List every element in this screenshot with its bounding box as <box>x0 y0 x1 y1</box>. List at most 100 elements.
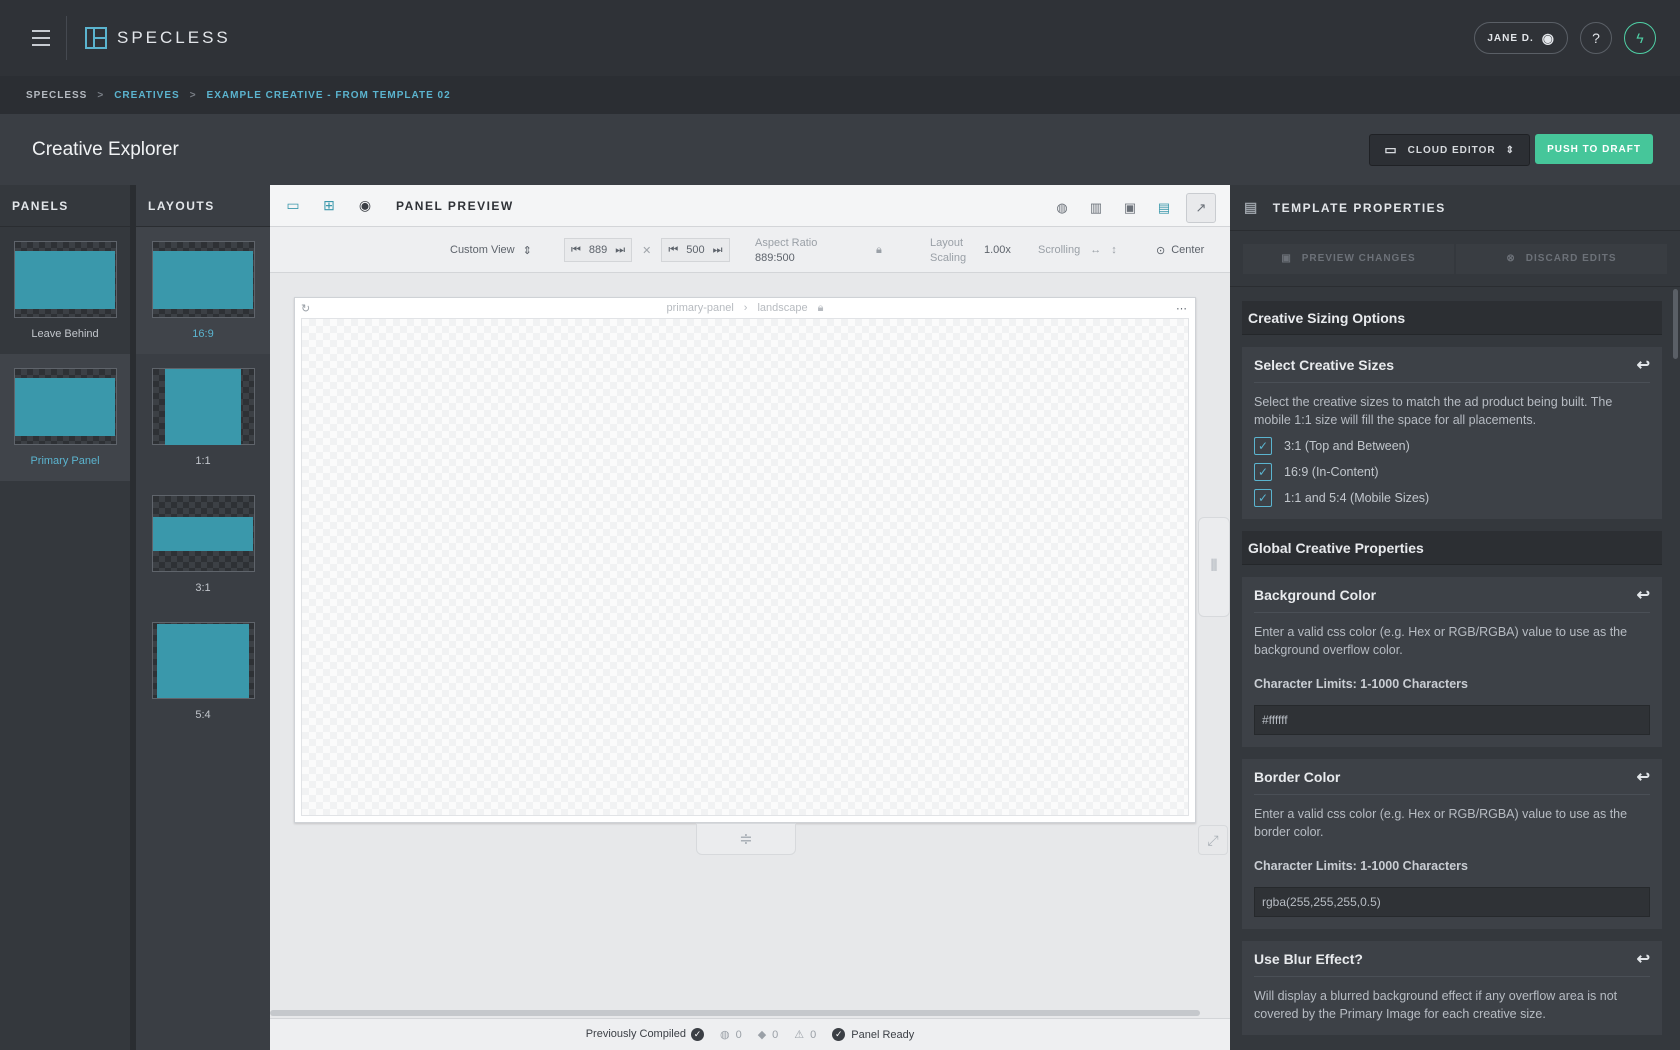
checkbox-checked[interactable]: ✓ <box>1254 489 1272 507</box>
layout-item-5-4[interactable]: 5:4 <box>136 608 270 735</box>
lightning-icon[interactable]: ϟ <box>1624 22 1656 54</box>
messages-count[interactable]: ◍ 0 <box>720 1028 742 1042</box>
card-description: Enter a valid css color (e.g. Hex or RGB… <box>1254 807 1628 839</box>
panel-thumbnail <box>13 241 117 318</box>
height-stepper[interactable]: ⏮ 500 ⏭ <box>661 238 730 262</box>
user-menu-button[interactable]: JANE D. ◉ <box>1474 22 1568 54</box>
page-title: Creative Explorer <box>32 138 179 160</box>
lock-icon: 🔒︎ <box>817 301 824 314</box>
preview-title: PANEL PREVIEW <box>396 198 514 213</box>
warnings-count[interactable]: ⚠ 0 <box>794 1028 817 1042</box>
undo-icon[interactable]: ↩ <box>1637 949 1650 969</box>
preview-canvas[interactable]: ↻ primary-panel › landscape 🔒︎ ⋯ <box>294 297 1196 823</box>
height-value: 500 <box>686 244 705 256</box>
panel-item-primary-panel[interactable]: Primary Panel <box>0 354 130 481</box>
resize-handle-vertical[interactable]: ≑ <box>696 823 796 855</box>
push-to-draft-button[interactable]: PUSH TO DRAFT <box>1535 134 1653 164</box>
help-icon[interactable]: ? <box>1580 22 1612 54</box>
check-icon: ✓ <box>690 1028 704 1041</box>
canvas-area[interactable] <box>301 318 1189 816</box>
thumbnail-fill <box>15 377 115 436</box>
step-first-icon[interactable]: ⏮ <box>571 244 581 257</box>
breadcrumb-creatives[interactable]: CREATIVES <box>114 90 180 101</box>
layout-item-16-9[interactable]: 16:9 <box>136 227 270 354</box>
undo-icon[interactable]: ↩ <box>1637 767 1650 787</box>
canvas-path-panel: primary-panel <box>666 302 734 314</box>
undo-icon[interactable]: ↩ <box>1637 585 1650 605</box>
single-view-icon[interactable]: ▭ <box>282 195 304 217</box>
preview-changes-button[interactable]: ▣ PREVIEW CHANGES <box>1243 243 1454 274</box>
center-label: Center <box>1171 244 1205 256</box>
more-icon[interactable]: ⋯ <box>1176 302 1187 315</box>
scaling-value[interactable]: 1.00x <box>984 227 1011 273</box>
lock-icon[interactable]: 🔒︎ <box>876 227 882 273</box>
layout-label: 3:1 <box>195 582 211 594</box>
cloud-editor-select[interactable]: ▭ CLOUD EDITOR ⇕ <box>1369 134 1530 166</box>
background-color-input[interactable]: #ffffff <box>1254 705 1650 735</box>
compiled-status: Previously Compiled ✓ <box>586 1028 704 1041</box>
status-bar: Previously Compiled ✓ ◍ 0 ◆ 0 ⚠ 0 ✓ Panel Rea… <box>270 1018 1230 1050</box>
external-link-icon[interactable]: ↗ <box>1186 193 1216 223</box>
hamburger-icon[interactable] <box>24 21 58 55</box>
layout-item-3-1[interactable]: 3:1 <box>136 481 270 608</box>
card-title: Use Blur Effect? <box>1254 950 1363 967</box>
horizontal-arrows-icon[interactable]: ↔ <box>1090 244 1101 256</box>
cloud-editor-label: CLOUD EDITOR <box>1407 144 1496 156</box>
layout-panel-icon[interactable]: ▤ <box>1152 196 1176 220</box>
select-sizes-card: Select Creative Sizes ↩ Select the creat… <box>1242 347 1662 519</box>
step-first-icon[interactable]: ⏮ <box>668 244 678 257</box>
checkbox-checked[interactable]: ✓ <box>1254 463 1272 481</box>
panel-label: Primary Panel <box>30 455 100 467</box>
properties-actions: ▣ PREVIEW CHANGES ⊗ DISCARD EDITS <box>1230 231 1680 287</box>
template-properties-panel: ▤ TEMPLATE PROPERTIES ▣ PREVIEW CHANGES … <box>1230 185 1680 1050</box>
diamond-count[interactable]: ◆ 0 <box>758 1028 779 1042</box>
panel-item-leave-behind[interactable]: Leave Behind <box>0 227 130 354</box>
border-color-input[interactable]: rgba(255,255,255,0.5) <box>1254 887 1650 917</box>
section-title: Creative Sizing Options <box>1242 301 1662 335</box>
center-button[interactable]: ⊙ Center <box>1156 227 1204 273</box>
vertical-scrollbar[interactable] <box>1673 289 1678 359</box>
checkbox-label: 3:1 (Top and Between) <box>1284 439 1410 453</box>
logo[interactable]: SPECLESS <box>85 27 231 49</box>
checkbox-checked[interactable]: ✓ <box>1254 437 1272 455</box>
globe-icon[interactable]: ◍ <box>1050 196 1074 220</box>
expand-icon[interactable]: ⤢ <box>1198 825 1228 855</box>
layout-scaling-label: Layout Scaling <box>930 227 966 273</box>
size-option-mobile[interactable]: ✓ 1:1 and 5:4 (Mobile Sizes) <box>1254 489 1650 507</box>
undo-icon[interactable]: ↩ <box>1637 355 1650 375</box>
eye-icon[interactable]: ◉ <box>354 195 376 217</box>
character-limits: Character Limits: 1-1000 Characters <box>1254 859 1468 873</box>
layout-thumbnail <box>151 368 255 445</box>
vertical-arrows-icon[interactable]: ↕ <box>1111 244 1117 256</box>
view-select[interactable]: Custom View ⇕ <box>450 227 532 273</box>
step-last-icon[interactable]: ⏭ <box>615 244 625 257</box>
layout-item-1-1[interactable]: 1:1 <box>136 354 270 481</box>
layout-thumbnail <box>151 622 255 699</box>
breadcrumb-separator: > <box>97 89 105 101</box>
chart-icon[interactable]: ▥ <box>1084 196 1108 220</box>
discard-edits-button[interactable]: ⊗ DISCARD EDITS <box>1456 243 1667 274</box>
step-last-icon[interactable]: ⏭ <box>713 244 723 257</box>
breadcrumb-current[interactable]: EXAMPLE CREATIVE - FROM TEMPLATE 02 <box>207 90 451 101</box>
size-option-3-1[interactable]: ✓ 3:1 (Top and Between) <box>1254 437 1650 455</box>
panel-ready-text: Panel Ready <box>851 1028 915 1041</box>
terminal-icon[interactable]: ▣ <box>1118 196 1142 220</box>
aspect-ratio: Aspect Ratio 889:500 <box>755 227 817 273</box>
compiled-status-text: Previously Compiled <box>585 1028 686 1040</box>
grid-view-icon[interactable]: ⊞ <box>318 195 340 217</box>
chevron-updown-icon: ⇕ <box>1505 144 1515 156</box>
refresh-icon[interactable]: ↻ <box>301 302 310 315</box>
horizontal-scrollbar[interactable] <box>270 1010 1200 1016</box>
breadcrumb-specless[interactable]: SPECLESS <box>26 90 87 101</box>
aspect-ratio-label: Aspect Ratio <box>755 236 818 249</box>
card-header: Use Blur Effect? ↩ <box>1254 941 1650 977</box>
warnings-value: 0 <box>810 1028 817 1041</box>
size-option-16-9[interactable]: ✓ 16:9 (In-Content) <box>1254 463 1650 481</box>
card-header: Select Creative Sizes ↩ <box>1254 347 1650 383</box>
card-header: Background Color ↩ <box>1254 577 1650 613</box>
properties-header: ▤ TEMPLATE PROPERTIES <box>1230 185 1680 231</box>
width-stepper[interactable]: ⏮ 889 ⏭ <box>564 238 633 262</box>
resize-handle-horizontal[interactable]: ⦀ <box>1198 517 1230 617</box>
thumbnail-fill <box>153 516 253 551</box>
properties-icon: ▤ <box>1244 199 1259 215</box>
